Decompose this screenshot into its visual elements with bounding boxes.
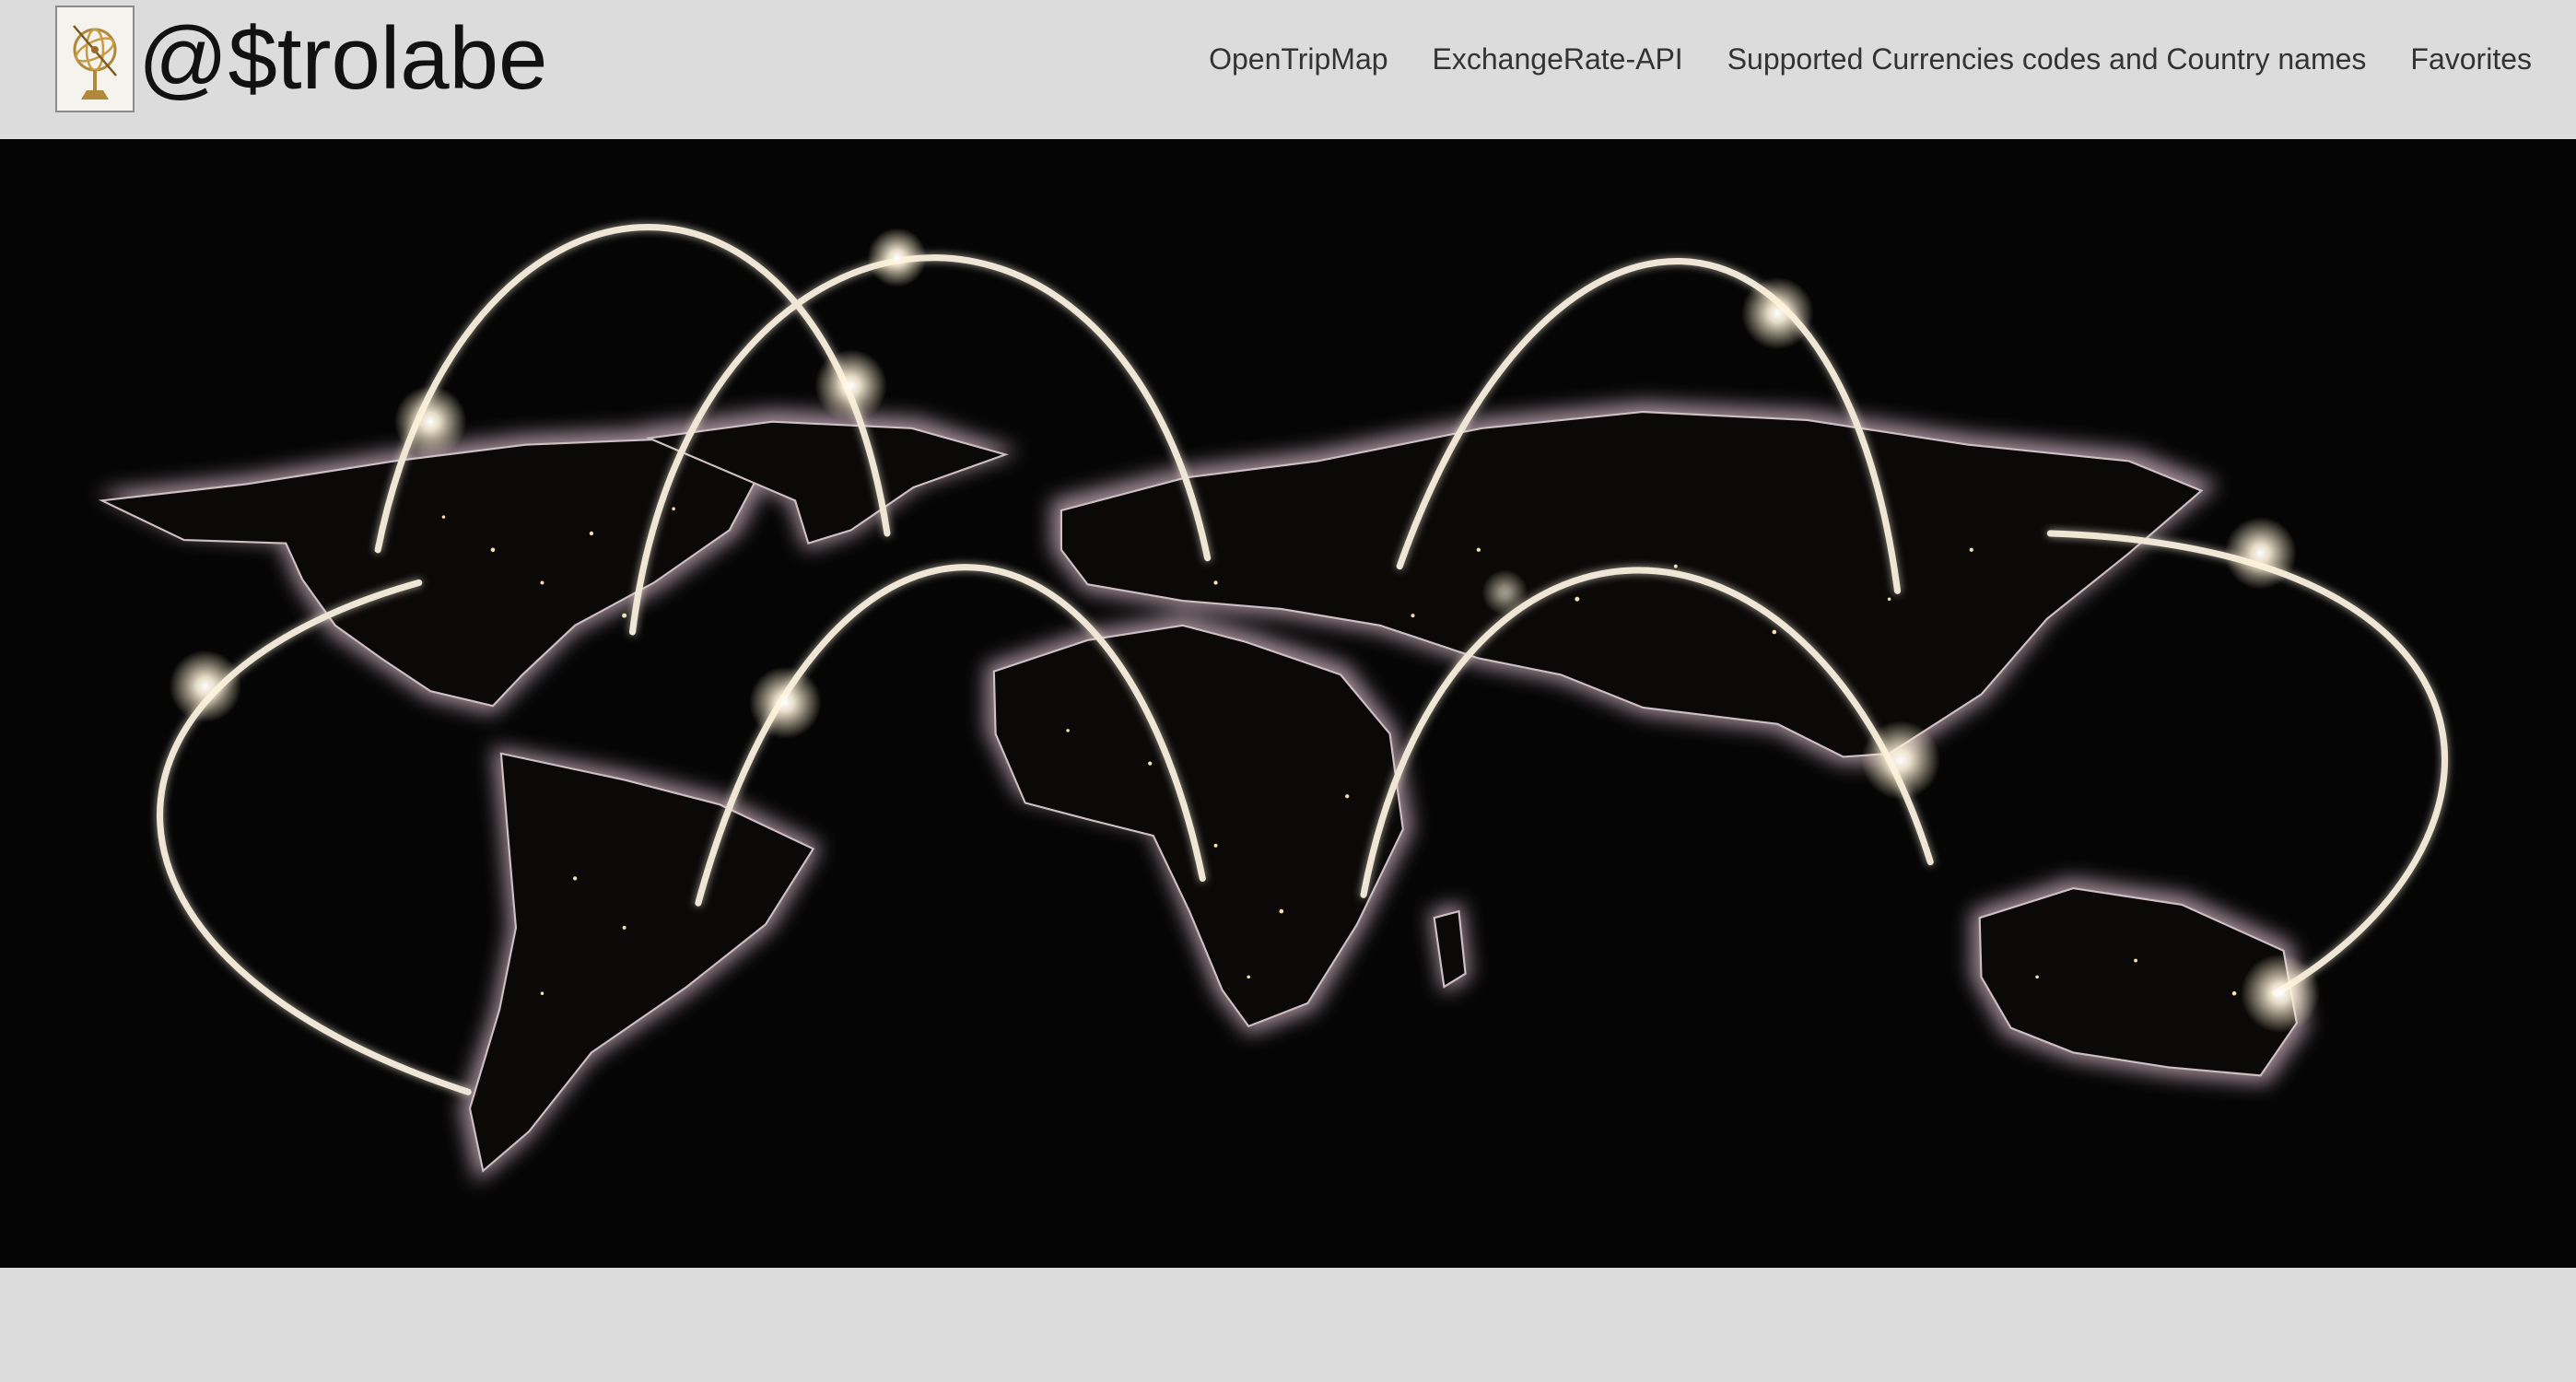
nav-supported-currencies[interactable]: Supported Currencies codes and Country n…	[1727, 42, 2367, 76]
nav-exchangerate-api[interactable]: ExchangeRate-API	[1433, 42, 1683, 76]
armillary-sphere-icon	[55, 6, 135, 112]
world-map-night-connections-image	[98, 223, 2449, 1183]
nav-favorites[interactable]: Favorites	[2410, 42, 2532, 76]
nav-opentripmap[interactable]: OpenTripMap	[1209, 42, 1388, 76]
main-nav: OpenTripMap ExchangeRate-API Supported C…	[1165, 35, 2532, 83]
brand-link[interactable]: @$trolabe	[55, 4, 547, 114]
brand-name: @$trolabe	[138, 9, 548, 108]
page-bottom-area	[0, 1268, 2576, 1382]
navbar: @$trolabe OpenTripMap ExchangeRate-API S…	[0, 0, 2576, 139]
hero-banner	[0, 139, 2576, 1268]
